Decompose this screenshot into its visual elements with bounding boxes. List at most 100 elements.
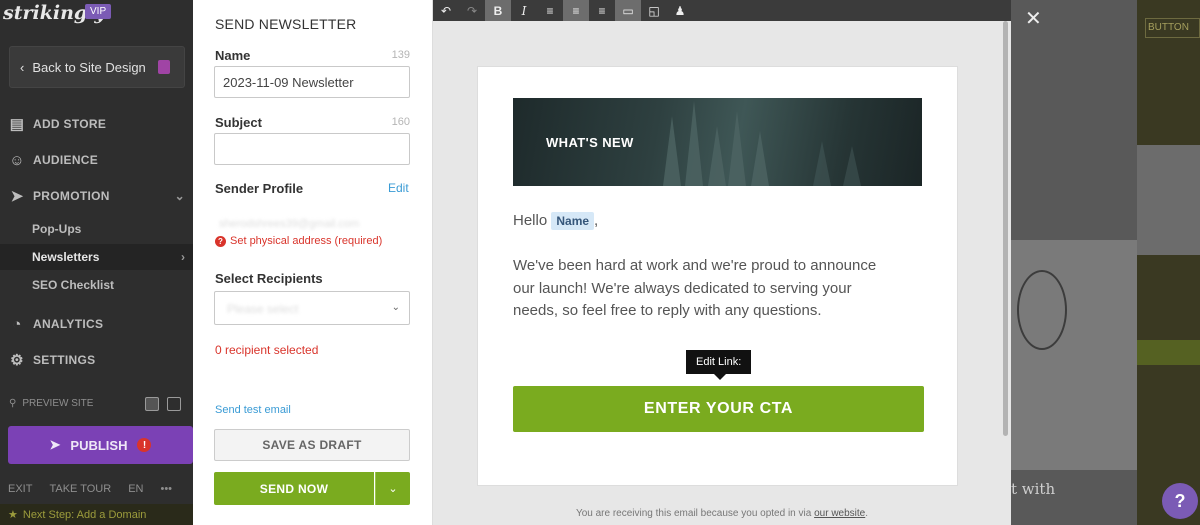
align-right-icon[interactable]: ≡ [589, 0, 615, 21]
tree-shape [751, 131, 769, 186]
sidebar-item-label: ADD STORE [33, 117, 107, 131]
chevron-right-icon: › [181, 250, 185, 264]
italic-icon[interactable]: I [511, 0, 537, 21]
background-green-bar [1137, 340, 1200, 365]
greeting[interactable]: Hello Name, [513, 210, 913, 233]
desktop-icon[interactable] [145, 397, 159, 411]
rocket-icon: ➤ [49, 437, 61, 452]
send-now-button[interactable]: SEND NOW [214, 472, 374, 505]
next-step-banner[interactable]: ★ Next Step: Add a Domain [0, 504, 193, 525]
publish-label: PUBLISH [70, 437, 128, 453]
background-site-image: t with [1011, 240, 1137, 498]
recipients-placeholder: Please select [227, 302, 299, 316]
format-toolbar: ↶ ↷ B I ≡ ≡ ≡ ▭ ◱ ♟ [433, 0, 1011, 21]
editor-sidebar: strikingly VIP ‹ Back to Site Design ▤ A… [0, 0, 193, 525]
device-toggle [145, 397, 181, 411]
edit-link-tooltip[interactable]: Edit Link: [686, 350, 752, 380]
error-icon: ? [215, 235, 226, 247]
recipients-label: Select Recipients [215, 271, 323, 286]
recipients-select[interactable]: Please select ⌄ [214, 291, 410, 325]
chevron-down-icon: ⌄ [174, 189, 185, 203]
footer-text: You are receiving this email because you… [575, 508, 815, 519]
align-left-icon[interactable]: ≡ [537, 0, 563, 21]
star-icon: ★ [8, 509, 18, 521]
sidebar-item-analytics[interactable]: ◔ ANALYTICS [0, 309, 193, 339]
sender-error-text: Set physical address (required) [230, 235, 383, 247]
bold-icon[interactable]: B [485, 0, 511, 21]
sidebar-item-audience[interactable]: ☺ AUDIENCE [0, 145, 193, 175]
sidebar-item-label: SETTINGS [33, 353, 96, 367]
panel-title: SEND NEWSLETTER [215, 16, 357, 32]
back-to-site-design-button[interactable]: ‹ Back to Site Design [9, 46, 185, 88]
name-merge-tag[interactable]: Name [551, 212, 595, 230]
sidebar-item-seo-checklist[interactable]: SEO Checklist [0, 272, 193, 298]
sidebar-item-label: Newsletters [32, 250, 100, 264]
send-options-dropdown[interactable]: ⌄ [375, 472, 410, 505]
name-char-count: 139 [391, 49, 410, 61]
hero-banner[interactable]: WHAT'S NEW [513, 98, 922, 186]
send-test-email-link[interactable]: Send test email [215, 404, 291, 416]
take-tour-link[interactable]: TAKE TOUR [49, 483, 111, 495]
sidebar-item-label: AUDIENCE [33, 153, 99, 167]
footer-link[interactable]: our website [814, 508, 865, 519]
name-label: Name [215, 48, 251, 63]
save-as-draft-button[interactable]: SAVE AS DRAFT [214, 429, 410, 461]
vip-badge: VIP [85, 4, 112, 19]
greeting-prefix: Hello [513, 212, 548, 229]
tree-shape [663, 116, 681, 186]
sender-edit-link[interactable]: Edit [388, 181, 409, 195]
sender-error[interactable]: ? Set physical address (required) [215, 235, 382, 247]
tree-shape [685, 101, 703, 186]
help-button[interactable]: ? [1162, 483, 1198, 519]
mobile-icon[interactable] [167, 397, 181, 411]
tree-shape [708, 126, 726, 186]
language-link[interactable]: EN [128, 483, 143, 495]
sender-email: sherodshrees39@gmail.com [219, 218, 360, 230]
button-style-icon[interactable]: ▭ [615, 0, 641, 21]
glasses-shape [1017, 270, 1067, 350]
warning-icon: ! [137, 438, 152, 452]
next-step-label: Next Step: Add a Domain [22, 508, 147, 521]
cta-button[interactable]: ENTER YOUR CTA [513, 386, 924, 432]
sidebar-item-newsletters[interactable]: Newsletters › [0, 244, 193, 270]
analytics-icon: ◔ [12, 315, 22, 333]
publish-button[interactable]: ➤ PUBLISH ! [8, 426, 193, 464]
sender-profile-label: Sender Profile [215, 181, 304, 196]
modal-backdrop: ✕ t with BUTTON [1011, 0, 1200, 525]
sidebar-item-label: PROMOTION [33, 189, 110, 203]
search-icon: ⚲ [9, 398, 17, 409]
hero-title: WHAT'S NEW [546, 135, 634, 150]
audience-icon: ☺ [9, 151, 25, 169]
store-icon: ▤ [9, 116, 25, 133]
link-icon[interactable]: ◱ [641, 0, 667, 21]
background-site: BUTTON [1137, 0, 1200, 525]
background-block [1137, 145, 1200, 255]
undo-icon[interactable]: ↶ [433, 0, 459, 21]
sidebar-item-add-store[interactable]: ▤ ADD STORE [0, 109, 193, 139]
theme-icon [157, 60, 170, 74]
back-label: Back to Site Design [32, 59, 146, 75]
tree-shape [728, 111, 746, 186]
sidebar-item-promotion[interactable]: ➤ PROMOTION ⌄ [0, 181, 193, 211]
more-icon[interactable]: ••• [160, 483, 172, 495]
close-icon[interactable]: ✕ [1025, 6, 1042, 31]
preview-label: PREVIEW SITE [22, 398, 94, 409]
send-newsletter-panel: SEND NEWSLETTER Name 139 2023-11-09 News… [193, 0, 433, 525]
chevron-down-icon: ⌄ [391, 302, 400, 313]
subject-label: Subject [215, 115, 262, 130]
background-button: BUTTON [1145, 18, 1200, 38]
align-center-icon[interactable]: ≡ [563, 0, 589, 21]
footer-end: . [865, 508, 869, 519]
tree-shape [843, 146, 861, 186]
preview-site-link[interactable]: ⚲ PREVIEW SITE [9, 398, 93, 409]
name-input[interactable]: 2023-11-09 Newsletter [214, 66, 410, 98]
person-icon[interactable]: ♟ [667, 0, 693, 21]
scrollbar[interactable] [1003, 21, 1008, 436]
sidebar-item-label: ANALYTICS [33, 317, 104, 331]
email-body[interactable]: We've been hard at work and we're proud … [513, 255, 898, 323]
sidebar-item-settings[interactable]: ⚙ SETTINGS [0, 345, 193, 375]
redo-icon[interactable]: ↷ [459, 0, 485, 21]
exit-link[interactable]: EXIT [8, 483, 32, 495]
sidebar-item-popups[interactable]: Pop-Ups [0, 216, 193, 242]
subject-input[interactable] [214, 133, 410, 165]
